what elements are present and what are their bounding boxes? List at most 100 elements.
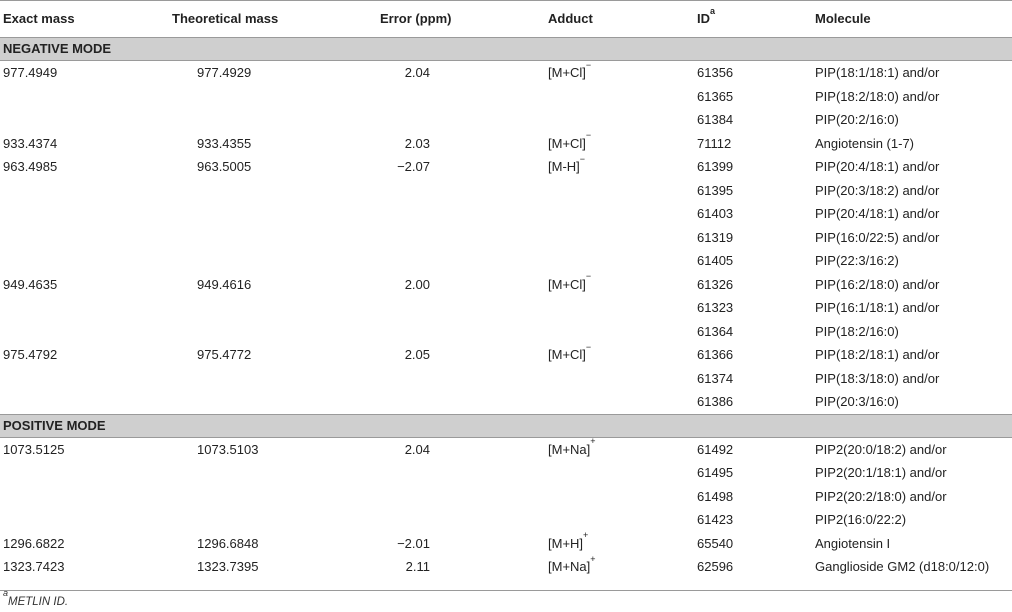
cell-adduct: [M+H]+ xyxy=(548,530,589,556)
cell-theoretical-mass: 1296.6848 xyxy=(197,535,259,551)
table-row: 61319 PIP(16:0/22:5) and/or xyxy=(0,226,1012,250)
cell-molecule: PIP(18:2/16:0) xyxy=(815,323,899,339)
cell-molecule: Ganglioside GM2 (d18:0/12:0) xyxy=(815,559,990,574)
cell-theoretical-mass: 963.5005 xyxy=(197,159,252,174)
table-row: 1296.6822 1296.6848 −2.01 [M+H]+ 65540 Angiot… xyxy=(0,530,1012,556)
cell-id: 62596 xyxy=(697,559,734,574)
adduct-base: [M+Na] xyxy=(548,559,591,574)
table-row: 61423 PIP2(16:0/22:2) xyxy=(0,508,1012,532)
table-body: NEGATIVE MODE 977.4949 977.4929 2.04 [M+Cl]−… xyxy=(0,37,1012,579)
section-header: NEGATIVE MODE xyxy=(0,37,1012,61)
table-row: 61323 PIP(16:1/18:1) and/or xyxy=(0,296,1012,320)
cell-theoretical-mass: 977.4929 xyxy=(197,65,252,80)
cell-adduct: [M+Cl]− xyxy=(548,60,591,85)
adduct-base: [M+Cl] xyxy=(548,135,586,151)
cell-id: 61403 xyxy=(697,206,734,221)
cell-molecule: PIP(16:1/18:1) and/or xyxy=(815,300,940,315)
cell-exact-mass: 1323.7423 xyxy=(3,559,65,574)
cell-id: 61323 xyxy=(697,300,734,315)
cell-id: 61395 xyxy=(697,182,734,198)
adduct-charge: − xyxy=(585,271,592,282)
cell-id: 61386 xyxy=(697,394,734,409)
cell-error: 2.03 xyxy=(404,135,430,151)
adduct-charge: + xyxy=(590,553,596,564)
table-row: 963.4985 963.5005 −2.07 [M-H]− 61399 PIP(20:4… xyxy=(0,153,1012,179)
table-row: 949.4635 949.4616 2.00 [M+Cl]− 61326 PIP(16:2… xyxy=(0,271,1012,297)
cell-id: 61366 xyxy=(697,347,734,362)
cell-id: 71112 xyxy=(697,135,732,151)
cell-molecule: PIP(18:1/18:1) and/or xyxy=(815,65,940,80)
cell-theoretical-mass: 949.4616 xyxy=(197,276,252,292)
cell-molecule: PIP(22:3/16:2) xyxy=(815,253,899,268)
table-row: 61498 PIP2(20:2/18:0) and/or xyxy=(0,485,1012,509)
cell-id: 61319 xyxy=(697,229,734,245)
adduct-charge: + xyxy=(583,530,589,541)
cell-molecule: PIP(18:2/18:0) and/or xyxy=(815,88,940,104)
header-id-label: ID xyxy=(697,11,710,26)
cell-id: 61423 xyxy=(697,512,734,527)
cell-adduct: [M+Na]+ xyxy=(548,436,596,462)
cell-molecule: PIP2(20:1/18:1) and/or xyxy=(815,465,947,480)
cell-error: 2.05 xyxy=(404,347,430,362)
cell-molecule: PIP(20:4/18:1) and/or xyxy=(815,159,940,174)
cell-theoretical-mass: 1073.5103 xyxy=(197,441,259,457)
cell-error: 2.00 xyxy=(404,276,430,292)
cell-molecule: PIP2(16:0/22:2) xyxy=(815,512,907,527)
header-theoretical-mass: Theoretical mass xyxy=(172,11,279,26)
cell-molecule: PIP(16:0/22:5) and/or xyxy=(815,229,940,245)
table-row: 1323.7423 1323.7395 2.11 [M+Na]+ 62596 Gangli… xyxy=(0,553,1012,579)
cell-id: 61364 xyxy=(697,323,734,339)
cell-adduct: [M+Cl]− xyxy=(548,271,592,297)
cell-error: 2.04 xyxy=(404,65,430,80)
cell-adduct: [M+Cl]− xyxy=(548,131,591,156)
table-row: 61365 PIP(18:2/18:0) and/or xyxy=(0,85,1012,109)
cell-id: 61374 xyxy=(697,370,734,386)
cell-id: 61356 xyxy=(697,65,734,80)
cell-id: 65540 xyxy=(697,535,734,551)
section-title: POSITIVE MODE xyxy=(3,417,106,433)
cell-exact-mass: 1073.5125 xyxy=(3,441,65,457)
cell-error: −2.01 xyxy=(397,535,430,551)
cell-adduct: [M+Cl]− xyxy=(548,342,591,367)
footnote-sup: a xyxy=(3,588,9,599)
cell-molecule: PIP(16:2/18:0) and/or xyxy=(815,276,940,292)
cell-id: 61405 xyxy=(697,253,734,268)
table-row: 61374 PIP(18:3/18:0) and/or xyxy=(0,367,1012,391)
header-exact-mass: Exact mass xyxy=(3,11,75,26)
cell-molecule: PIP2(20:2/18:0) and/or xyxy=(815,488,947,504)
bottom-rule xyxy=(0,590,1012,591)
header-error: Error (ppm) xyxy=(380,11,452,26)
cell-exact-mass: 1296.6822 xyxy=(3,535,65,551)
cell-molecule: PIP(20:3/18:2) and/or xyxy=(815,182,940,198)
table-row: 933.4374 933.4355 2.03 [M+Cl]− 71112 Angioten… xyxy=(0,131,1012,156)
table-row: 61495 PIP2(20:1/18:1) and/or xyxy=(0,461,1012,485)
table-row: 61403 PIP(20:4/18:1) and/or xyxy=(0,202,1012,226)
cell-exact-mass: 933.4374 xyxy=(3,135,58,151)
adduct-base: [M-H] xyxy=(548,159,580,174)
header-adduct: Adduct xyxy=(548,11,593,26)
header-id: IDa xyxy=(697,1,715,37)
adduct-base: [M+Cl] xyxy=(548,276,586,292)
table-row: 61395 PIP(20:3/18:2) and/or xyxy=(0,179,1012,203)
cell-molecule: PIP(18:3/18:0) and/or xyxy=(815,370,940,386)
header-id-sup: a xyxy=(710,5,716,16)
cell-id: 61495 xyxy=(697,465,734,480)
adduct-base: [M+Cl] xyxy=(548,65,586,80)
adduct-charge: + xyxy=(590,436,596,447)
cell-exact-mass: 977.4949 xyxy=(3,65,58,80)
table-row: 977.4949 977.4929 2.04 [M+Cl]− 61356 PIP(18:1… xyxy=(0,60,1012,85)
adduct-charge: − xyxy=(579,153,586,164)
cell-error: 2.04 xyxy=(404,441,430,457)
footnote-text: METLIN ID. xyxy=(8,596,69,608)
cell-exact-mass: 975.4792 xyxy=(3,347,58,362)
cell-id: 61384 xyxy=(697,112,734,127)
cell-molecule: PIP(20:2/16:0) xyxy=(815,112,899,127)
table-header: Exact mass Theoretical mass Error (ppm) … xyxy=(0,0,1012,37)
cell-molecule: Angiotensin I xyxy=(815,535,891,551)
cell-molecule: Angiotensin (1-7) xyxy=(815,135,914,151)
cell-id: 61492 xyxy=(697,441,734,457)
table-row: 61384 PIP(20:2/16:0) xyxy=(0,108,1012,132)
cell-exact-mass: 963.4985 xyxy=(3,159,58,174)
cell-id: 61365 xyxy=(697,88,734,104)
cell-theoretical-mass: 1323.7395 xyxy=(197,559,259,574)
